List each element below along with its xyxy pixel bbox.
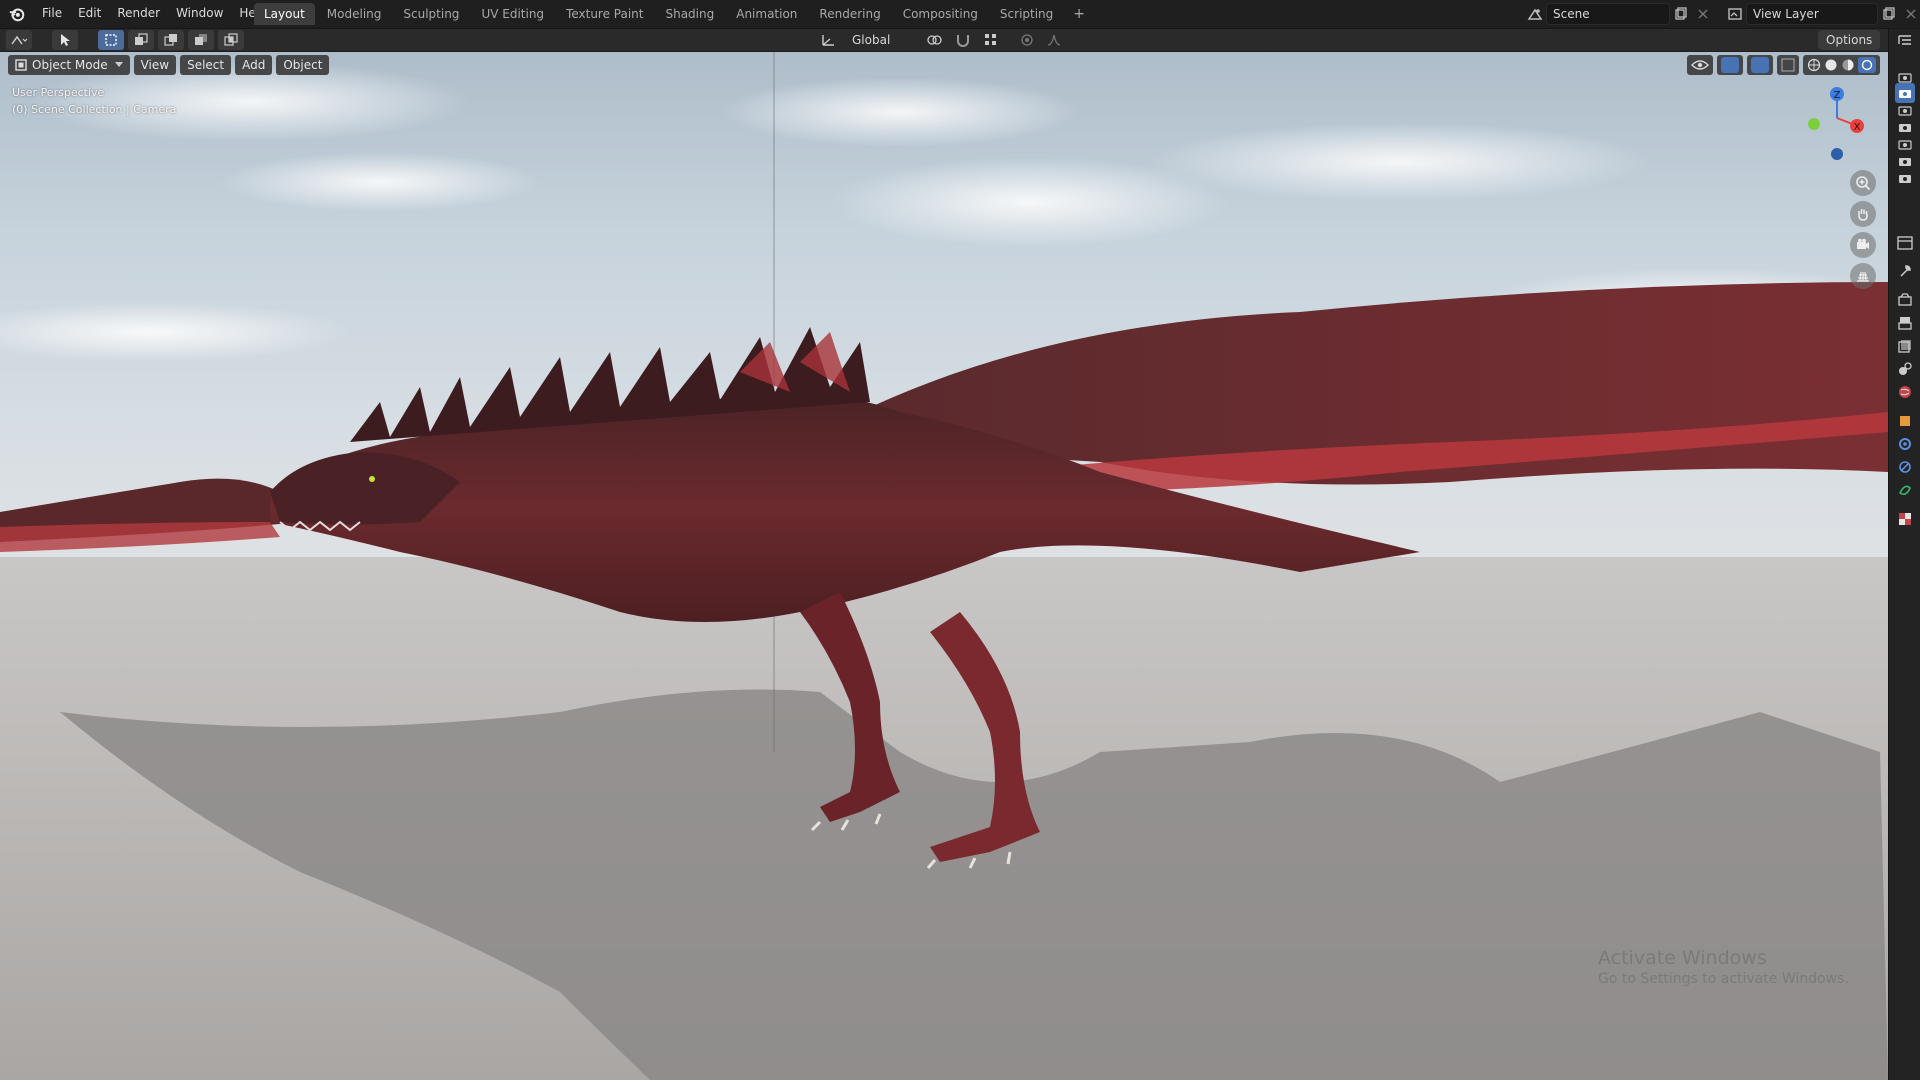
add-menu[interactable]: Add xyxy=(235,55,273,75)
view-layer-field[interactable]: View Layer xyxy=(1746,3,1878,25)
activate-windows-watermark: Activate Windows Go to Settings to activ… xyxy=(1598,947,1849,987)
top-menu-bar: File Edit Render Window Help Layout Mode… xyxy=(0,0,1920,29)
tab-animation[interactable]: Animation xyxy=(726,3,807,25)
output-icon[interactable] xyxy=(1895,313,1915,333)
menu-window[interactable]: Window xyxy=(168,0,231,28)
camera-item-5-icon[interactable] xyxy=(1895,168,1915,188)
viewport-collection-label: (0) Scene Collection | Camera xyxy=(12,103,177,116)
perspective-toggle-icon[interactable] xyxy=(1850,263,1876,289)
new-scene-icon[interactable] xyxy=(1670,4,1692,24)
snap-magnet-icon[interactable] xyxy=(952,30,974,50)
viewport-header: Object Mode View Select Add Object xyxy=(8,55,330,75)
snap-increment-icon[interactable] xyxy=(980,30,1002,50)
xray-icon xyxy=(1781,58,1795,72)
outliner-editor-icon[interactable] xyxy=(1895,31,1915,51)
select-tool-icon[interactable] xyxy=(52,30,78,50)
overlay-toggle[interactable] xyxy=(1747,55,1773,75)
camera-view-icon[interactable] xyxy=(1850,232,1876,258)
tool-settings-left xyxy=(6,30,244,50)
wireframe-shading-icon[interactable] xyxy=(1807,58,1821,72)
transform-tools: Global xyxy=(818,30,1066,50)
options-dropdown[interactable]: Options xyxy=(1818,30,1881,50)
tab-layout[interactable]: Layout xyxy=(254,3,315,25)
tab-sculpting[interactable]: Sculpting xyxy=(393,3,469,25)
menu-edit[interactable]: Edit xyxy=(70,0,109,28)
viewport-render xyxy=(0,52,1888,1080)
tab-shading[interactable]: Shading xyxy=(655,3,724,25)
modifier-icon[interactable] xyxy=(1895,434,1915,454)
workspace-tabs: Layout Modeling Sculpting UV Editing Tex… xyxy=(254,3,1093,25)
constraint-icon[interactable] xyxy=(1895,480,1915,500)
xray-toggle[interactable] xyxy=(1777,55,1799,75)
activate-windows-title: Activate Windows xyxy=(1598,947,1767,969)
object-menu[interactable]: Object xyxy=(276,55,330,75)
tab-modeling[interactable]: Modeling xyxy=(317,3,392,25)
overlay-icon xyxy=(1751,57,1769,73)
tab-compositing[interactable]: Compositing xyxy=(893,3,988,25)
object-icon[interactable] xyxy=(1895,411,1915,431)
menu-file[interactable]: File xyxy=(34,0,70,28)
falloff-curve-icon[interactable] xyxy=(1044,30,1066,50)
gizmo-x-label: X xyxy=(1854,122,1861,133)
scene-selector: Scene View Layer xyxy=(1524,3,1920,25)
world-icon[interactable] xyxy=(1895,382,1915,402)
object-mode-label: Object Mode xyxy=(32,58,108,72)
material-shading-icon[interactable] xyxy=(1841,58,1855,72)
view-layer-prop-icon[interactable] xyxy=(1895,336,1915,356)
rendered-shading-icon[interactable] xyxy=(1858,57,1876,73)
tab-texture-paint[interactable]: Texture Paint xyxy=(556,3,653,25)
shading-mode-group xyxy=(1803,55,1880,75)
properties-editor-icon[interactable] xyxy=(1895,233,1915,253)
delete-scene-icon[interactable] xyxy=(1692,4,1714,24)
gizmo-toggle[interactable] xyxy=(1717,55,1743,75)
editor-type-icon[interactable] xyxy=(6,30,32,50)
view-menu[interactable]: View xyxy=(133,55,177,75)
tab-uv-editing[interactable]: UV Editing xyxy=(471,3,554,25)
render-icon[interactable] xyxy=(1895,290,1915,310)
orientation-icon[interactable] xyxy=(818,30,840,50)
select-mode-new-icon[interactable] xyxy=(98,30,124,50)
activate-windows-subtitle: Go to Settings to activate Windows. xyxy=(1598,971,1849,987)
add-workspace-button[interactable]: + xyxy=(1065,3,1093,25)
scene-name-field[interactable]: Scene xyxy=(1546,3,1670,25)
properties-tab-strip xyxy=(1888,29,1920,1080)
texture-icon[interactable] xyxy=(1895,509,1915,529)
solid-shading-icon[interactable] xyxy=(1824,58,1838,72)
object-mode-dropdown[interactable]: Object Mode xyxy=(8,55,130,75)
visibility-dropdown[interactable] xyxy=(1687,55,1713,75)
tool-settings-bar: Global Options xyxy=(0,29,1888,51)
3d-viewport[interactable]: Object Mode View Select Add Object User … xyxy=(0,52,1888,1080)
main-menu: File Edit Render Window Help xyxy=(34,0,275,28)
view-layer-icon[interactable] xyxy=(1724,4,1746,24)
transform-orientation-dropdown[interactable]: Global xyxy=(846,30,912,50)
pivot-point-icon[interactable] xyxy=(924,30,946,50)
navigation-gizmo[interactable]: Z X xyxy=(1800,80,1870,160)
new-view-layer-icon[interactable] xyxy=(1878,4,1900,24)
tab-rendering[interactable]: Rendering xyxy=(809,3,890,25)
viewport-shading-tools xyxy=(1687,55,1880,75)
select-mode-subtract-icon[interactable] xyxy=(158,30,184,50)
select-mode-intersect-icon[interactable] xyxy=(218,30,244,50)
blender-logo-icon[interactable] xyxy=(8,5,26,23)
scene-icon[interactable] xyxy=(1524,4,1546,24)
select-menu[interactable]: Select xyxy=(180,55,232,75)
delete-view-layer-icon[interactable] xyxy=(1900,4,1920,24)
select-mode-difference-icon[interactable] xyxy=(188,30,214,50)
gizmo-z-label: Z xyxy=(1834,90,1841,101)
physics-icon[interactable] xyxy=(1895,457,1915,477)
tab-scripting[interactable]: Scripting xyxy=(990,3,1063,25)
gizmo-neg-z-axis[interactable] xyxy=(1831,148,1843,160)
menu-render[interactable]: Render xyxy=(109,0,168,28)
select-mode-extend-icon[interactable] xyxy=(128,30,154,50)
viewport-perspective-label: User Perspective xyxy=(12,86,105,99)
gizmo-icon xyxy=(1721,57,1739,73)
scene-prop-icon[interactable] xyxy=(1895,359,1915,379)
pan-hand-icon[interactable] xyxy=(1850,201,1876,227)
gizmo-y-axis[interactable] xyxy=(1808,118,1820,130)
eye-icon xyxy=(1691,60,1709,70)
tool-icon[interactable] xyxy=(1895,261,1915,281)
object-mode-icon xyxy=(15,59,27,71)
zoom-icon[interactable] xyxy=(1850,170,1876,196)
proportional-edit-icon[interactable] xyxy=(1016,30,1038,50)
